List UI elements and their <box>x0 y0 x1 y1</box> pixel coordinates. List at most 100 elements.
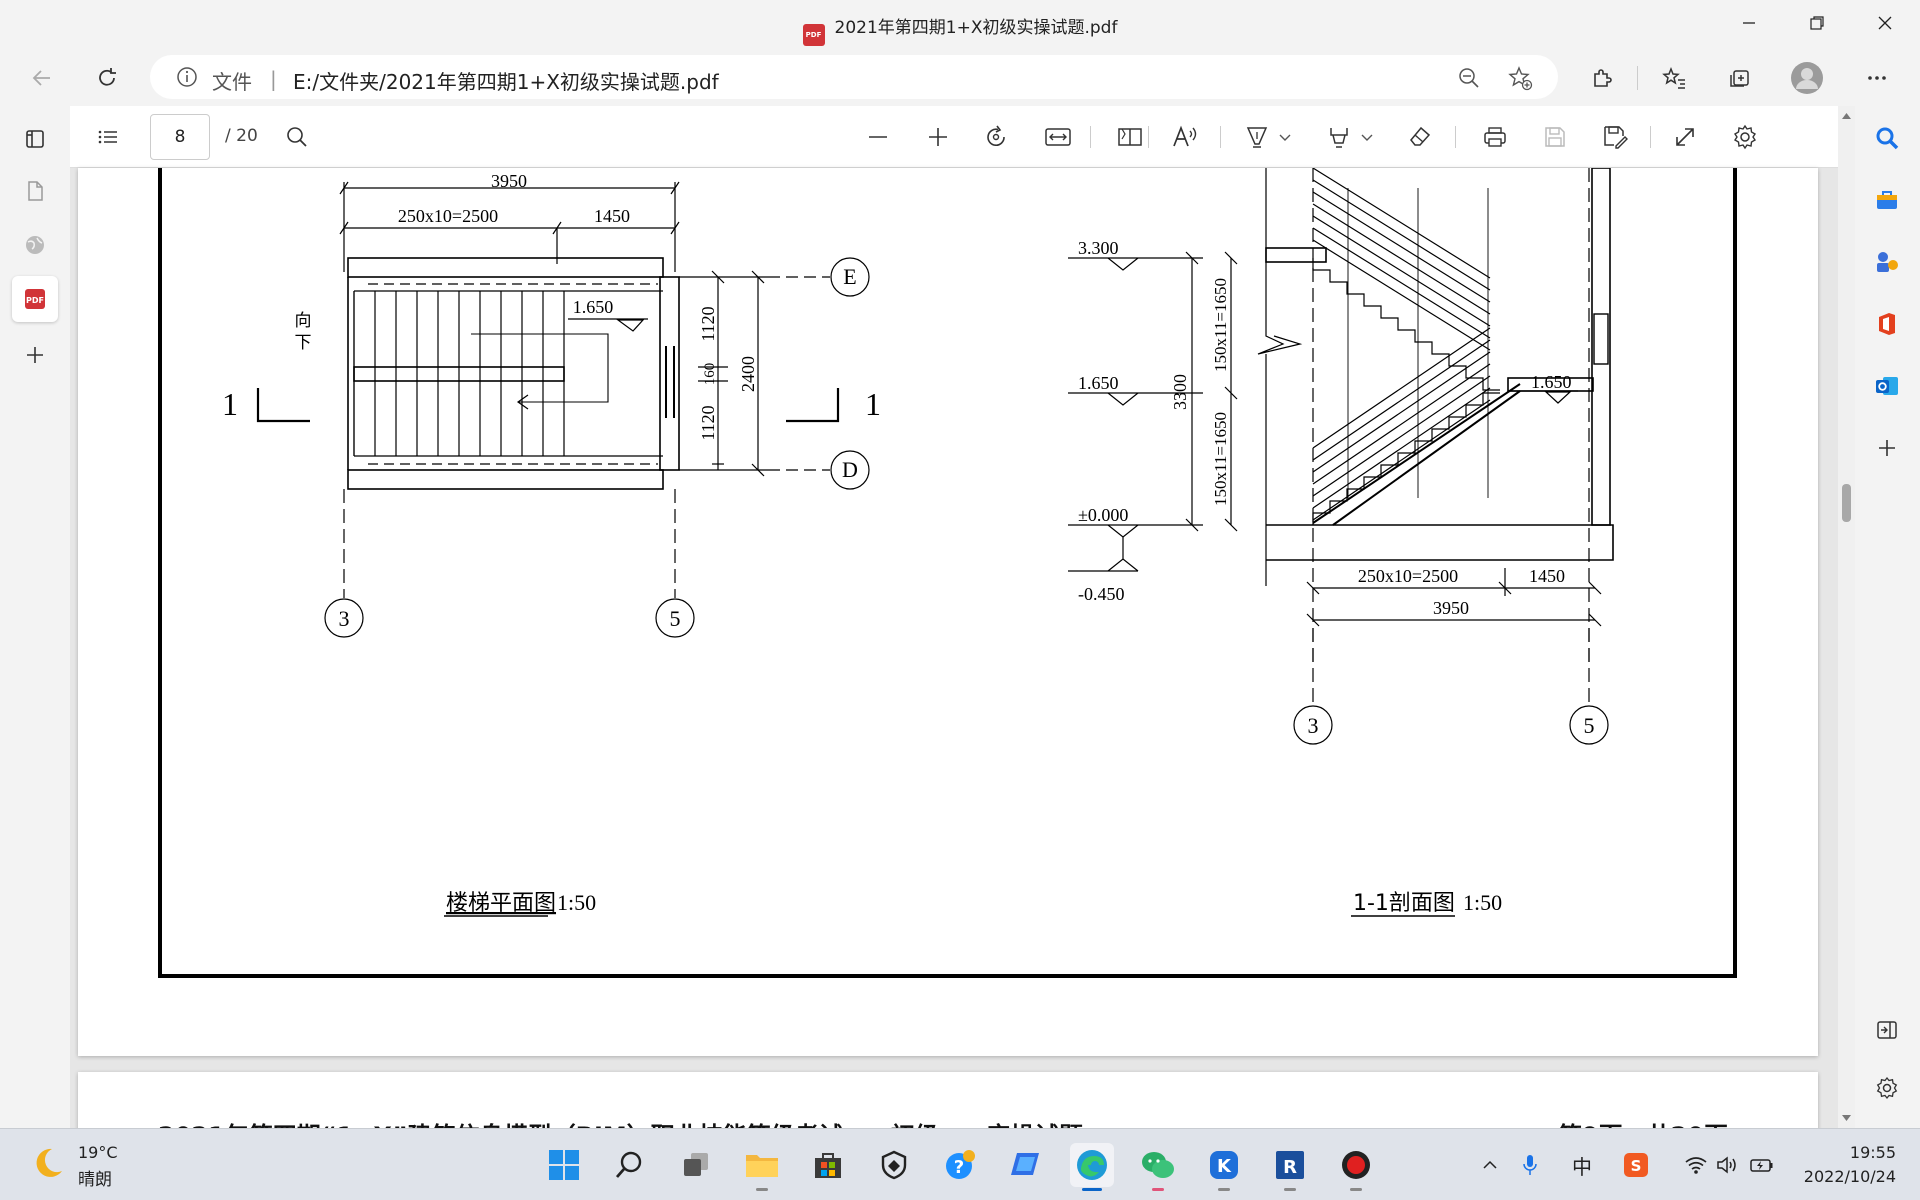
sidebar-tools-button[interactable] <box>1865 240 1909 284</box>
sidebar-hide-button[interactable] <box>1865 1008 1909 1052</box>
new-tab-button[interactable] <box>12 332 58 378</box>
wechat-icon <box>1142 1152 1174 1178</box>
volume-button[interactable] <box>1712 1147 1744 1183</box>
k-app-icon: K <box>1210 1151 1238 1179</box>
restore-button[interactable] <box>1782 0 1852 46</box>
rotate-button[interactable] <box>977 117 1017 157</box>
settings-more-button[interactable] <box>1857 58 1897 98</box>
battery-button[interactable] <box>1746 1147 1778 1183</box>
address-bar[interactable]: 文件 | E:/文件夹/2021年第四期1+X初级实操试题.pdf <box>150 55 1558 99</box>
azure-app-button[interactable] <box>1004 1143 1048 1187</box>
hide-sidebar-icon <box>1877 1021 1897 1039</box>
tab-web-page[interactable] <box>12 222 58 268</box>
save-button[interactable] <box>1535 117 1575 157</box>
sidebar-add-button[interactable] <box>1865 426 1909 470</box>
drawing-frame <box>158 168 1737 978</box>
refresh-button[interactable] <box>87 58 127 98</box>
vertical-tabs-sidebar: PDF <box>0 106 70 1128</box>
weather-widget[interactable]: 19°C 晴朗 <box>28 1143 118 1190</box>
folder-icon <box>746 1155 778 1177</box>
highlight-options-dropdown[interactable] <box>1353 117 1381 157</box>
pdf-settings-button[interactable] <box>1725 117 1765 157</box>
table-of-contents-button[interactable] <box>88 117 128 157</box>
erase-button[interactable] <box>1400 117 1440 157</box>
zoom-out-icon[interactable] <box>1457 66 1481 90</box>
url-text[interactable]: E:/文件夹/2021年第四期1+X初级实操试题.pdf <box>293 66 719 95</box>
sidebar-outlook-button[interactable] <box>1865 364 1909 408</box>
sogou-ime-button[interactable]: S <box>1620 1147 1652 1183</box>
recorder-app-button[interactable] <box>1334 1143 1378 1191</box>
close-button[interactable] <box>1850 0 1920 46</box>
vertical-scrollbar[interactable] <box>1838 106 1855 1128</box>
running-indicator <box>1152 1188 1164 1191</box>
show-hidden-icons-button[interactable] <box>1474 1147 1506 1183</box>
fullscreen-button[interactable] <box>1665 117 1705 157</box>
wifi-button[interactable] <box>1680 1147 1712 1183</box>
microphone-icon <box>1523 1155 1537 1175</box>
page-total: / 20 <box>225 126 258 146</box>
taskbar-search-button[interactable] <box>608 1143 652 1187</box>
favorites-list-icon <box>1662 66 1685 89</box>
page-view-button[interactable] <box>1110 117 1150 157</box>
title-bar: PDF 2021年第四期1+X初级实操试题.pdf <box>0 0 1920 50</box>
read-aloud-button[interactable] <box>1165 117 1205 157</box>
save-as-button[interactable] <box>1595 117 1635 157</box>
system-clock[interactable]: 19:55 2022/10/24 <box>1804 1141 1896 1189</box>
tab-pdf-active[interactable]: PDF <box>12 276 58 322</box>
microsoft-store-button[interactable] <box>806 1143 850 1187</box>
app-icon <box>1011 1153 1039 1175</box>
window-title: 2021年第四期1+X初级实操试题.pdf <box>834 18 1118 38</box>
tab-actions-button[interactable] <box>12 116 58 162</box>
fit-to-width-button[interactable] <box>1038 117 1078 157</box>
sidebar-office-button[interactable] <box>1865 302 1909 346</box>
ime-button[interactable]: 中 <box>1566 1147 1598 1183</box>
running-indicator <box>1350 1188 1362 1191</box>
minimize-button[interactable] <box>1714 0 1784 46</box>
add-favorite-icon[interactable] <box>1507 65 1533 91</box>
sidebar-settings-button[interactable] <box>1865 1066 1909 1110</box>
scrollbar-thumb[interactable] <box>1842 484 1851 522</box>
security-app-button[interactable] <box>872 1143 916 1187</box>
scroll-up-arrow-icon[interactable] <box>1841 112 1852 120</box>
wechat-button[interactable] <box>1136 1143 1180 1191</box>
info-icon[interactable] <box>176 66 198 88</box>
draw-options-dropdown[interactable] <box>1271 117 1299 157</box>
k-app-button[interactable]: K <box>1202 1143 1246 1191</box>
section-dim-run: 250x10=2500 <box>1358 566 1458 586</box>
print-button[interactable] <box>1475 117 1515 157</box>
scroll-down-arrow-icon[interactable] <box>1841 1114 1852 1122</box>
sidebar-search-button[interactable] <box>1865 116 1909 160</box>
revit-app-button[interactable]: R <box>1268 1143 1312 1191</box>
gear-icon <box>1734 124 1756 150</box>
collections-button[interactable] <box>1720 58 1760 98</box>
close-icon <box>1878 16 1892 30</box>
help-icon: ? <box>946 1150 975 1179</box>
clock-date: 2022/10/24 <box>1803 1167 1896 1186</box>
start-button[interactable] <box>542 1143 586 1187</box>
zoom-out-button[interactable] <box>858 117 898 157</box>
page-number-input[interactable]: 8 <box>150 114 210 160</box>
favorites-button[interactable] <box>1654 58 1694 98</box>
back-arrow-icon <box>32 70 50 86</box>
section-elev-top: 3.300 <box>1078 238 1119 258</box>
tab-blank-page[interactable] <box>12 168 58 214</box>
plan-section-mark-left: 1 <box>222 386 238 422</box>
microphone-button[interactable] <box>1514 1147 1546 1183</box>
sidebar-shopping-button[interactable] <box>1865 178 1909 222</box>
task-view-button[interactable] <box>674 1143 718 1187</box>
search-icon <box>615 1151 642 1178</box>
plan-dim-landing: 1450 <box>594 206 630 226</box>
profile-button[interactable] <box>1787 58 1827 98</box>
help-app-button[interactable]: ? <box>938 1143 982 1187</box>
running-indicator <box>756 1188 768 1191</box>
find-button[interactable] <box>277 117 317 157</box>
edge-browser-button[interactable] <box>1070 1143 1114 1191</box>
stair-section-labels: 3.300 1.650 ±0.000 -0.450 1.650 3300 150… <box>1078 238 1595 916</box>
windows-logo-icon <box>549 1150 579 1180</box>
back-button[interactable] <box>22 58 62 98</box>
zoom-in-button[interactable] <box>918 117 958 157</box>
file-explorer-button[interactable] <box>740 1143 784 1191</box>
clock-time: 19:55 <box>1849 1143 1896 1162</box>
search-icon <box>1876 127 1899 150</box>
extensions-button[interactable] <box>1582 58 1622 98</box>
